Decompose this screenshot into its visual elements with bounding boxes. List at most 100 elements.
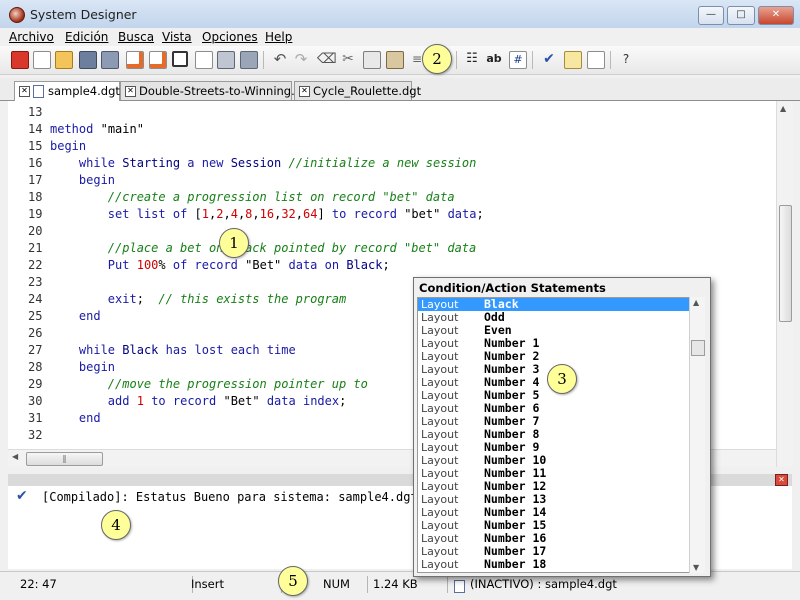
scroll-left-icon[interactable]: ◀ bbox=[12, 452, 18, 461]
statement-item[interactable]: Layout Odd bbox=[418, 311, 690, 325]
document-remove-icon[interactable] bbox=[126, 51, 144, 69]
scroll-down-icon[interactable]: ▼ bbox=[693, 563, 699, 572]
popup-title: Condition/Action Statements bbox=[419, 281, 606, 295]
statement-category: Layout bbox=[421, 480, 459, 493]
statement-item[interactable]: Layout Number 1 bbox=[418, 337, 690, 351]
popup-scroll-thumb[interactable] bbox=[691, 340, 705, 356]
statement-item[interactable]: Layout Number 10 bbox=[418, 454, 690, 468]
statement-item[interactable]: Layout Number 6 bbox=[418, 402, 690, 416]
statement-list[interactable]: Layout Black Layout Odd Layout Even Layout Numb… bbox=[417, 297, 691, 573]
editor-horizontal-scroll-thumb[interactable]: ‖ bbox=[26, 452, 103, 466]
line-number: 29 bbox=[28, 377, 43, 391]
tab-close-icon[interactable]: ✕ bbox=[299, 86, 310, 97]
scroll-up-icon[interactable]: ▲ bbox=[693, 298, 699, 307]
scroll-up-icon[interactable]: ▲ bbox=[780, 104, 786, 113]
new-file-icon[interactable] bbox=[33, 51, 51, 69]
print-setup-icon[interactable] bbox=[240, 51, 258, 69]
code-text[interactable]: method "main" bbox=[50, 121, 144, 138]
file-status: (INACTIVO) : sample4.dgt bbox=[470, 577, 617, 591]
statement-item[interactable]: Layout Number 8 bbox=[418, 428, 690, 442]
statement-item[interactable]: Layout Number 11 bbox=[418, 467, 690, 481]
line-number: 31 bbox=[28, 411, 43, 425]
code-text[interactable]: begin bbox=[50, 138, 86, 155]
statement-item[interactable]: Layout Number 16 bbox=[418, 532, 690, 546]
statement-category: Layout bbox=[421, 376, 459, 389]
statement-category: Layout bbox=[421, 545, 459, 558]
maximize-button[interactable]: □ bbox=[727, 6, 755, 25]
statement-category: Layout bbox=[421, 532, 459, 545]
code-text[interactable]: add 1 to record "Bet" data index; bbox=[50, 393, 347, 410]
code-text[interactable]: //place a bet on Black pointed by record… bbox=[50, 240, 476, 257]
toolbar-separator bbox=[456, 51, 457, 69]
statement-item[interactable]: Layout Number 2 bbox=[418, 350, 690, 364]
paste-icon[interactable] bbox=[386, 51, 404, 69]
statement-category: Layout bbox=[421, 337, 459, 350]
code-text[interactable]: begin bbox=[50, 359, 115, 376]
save-icon[interactable] bbox=[79, 51, 97, 69]
editor-vertical-scrollbar[interactable]: ▲ bbox=[776, 101, 793, 467]
help-icon[interactable]: ? bbox=[618, 51, 634, 67]
tab-label: Cycle_Roulette.dgt bbox=[313, 84, 422, 98]
undo-icon[interactable]: ↶ bbox=[272, 51, 288, 67]
tab-close-icon[interactable]: ✕ bbox=[125, 86, 136, 97]
page-frame-icon[interactable] bbox=[172, 51, 188, 67]
menu-edicion[interactable]: Edición bbox=[65, 30, 108, 44]
popup-scrollbar[interactable]: ▲ ▼ bbox=[689, 297, 705, 573]
code-text[interactable]: set list of [1,2,4,8,16,32,64] to record… bbox=[50, 206, 484, 223]
replace-icon[interactable]: ab bbox=[486, 51, 502, 67]
redo-icon[interactable]: ↷ bbox=[293, 51, 309, 67]
statement-category: Layout bbox=[421, 363, 459, 376]
statement-item[interactable]: Layout Number 12 bbox=[418, 480, 690, 494]
statement-item[interactable]: Layout Number 7 bbox=[418, 415, 690, 429]
close-button[interactable]: ✕ bbox=[758, 6, 794, 25]
document-close-all-icon[interactable] bbox=[149, 51, 167, 69]
statement-item[interactable]: Layout Number 9 bbox=[418, 441, 690, 455]
copy-icon[interactable] bbox=[363, 51, 381, 69]
editor-vertical-scroll-thumb[interactable] bbox=[779, 205, 792, 322]
open-folder-icon[interactable] bbox=[55, 51, 73, 69]
statement-category: Layout bbox=[421, 402, 459, 415]
menu-opciones[interactable]: Opciones bbox=[202, 30, 258, 44]
line-number: 20 bbox=[28, 224, 43, 238]
statement-item[interactable]: Layout Number 14 bbox=[418, 506, 690, 520]
close-document-icon[interactable] bbox=[11, 51, 29, 69]
properties-icon[interactable] bbox=[587, 51, 605, 69]
cursor-position: 22: 47 bbox=[8, 576, 193, 593]
code-text[interactable]: end bbox=[50, 410, 101, 427]
code-text[interactable]: //create a progression list on record "b… bbox=[50, 189, 455, 206]
goto-line-icon[interactable]: # bbox=[509, 51, 527, 69]
eraser-icon[interactable]: ⌫ bbox=[317, 51, 337, 67]
tab-double-streets[interactable]: ✕ Double-Streets-to-Winning.dgt bbox=[120, 81, 314, 100]
print-icon[interactable] bbox=[217, 51, 235, 69]
code-text[interactable]: begin bbox=[50, 172, 115, 189]
minimize-button[interactable]: — bbox=[698, 6, 724, 25]
code-text[interactable]: while Black has lost each time bbox=[50, 342, 296, 359]
tab-sample4[interactable]: ✕ sample4.dgt bbox=[14, 81, 120, 101]
save-all-icon[interactable] bbox=[101, 51, 119, 69]
statement-item[interactable]: Layout Number 15 bbox=[418, 519, 690, 533]
code-text[interactable]: //move the progression pointer up to bbox=[50, 376, 368, 393]
code-text[interactable]: exit; // this exists the program bbox=[50, 291, 346, 308]
check-syntax-icon[interactable]: ✔ bbox=[541, 51, 557, 67]
menu-help[interactable]: Help bbox=[265, 30, 292, 44]
code-text[interactable]: end bbox=[50, 308, 101, 325]
code-text[interactable]: while Starting a new Session //initializ… bbox=[50, 155, 476, 172]
statement-item[interactable]: Layout Even bbox=[418, 324, 690, 338]
code-text[interactable]: Put 100% of record "Bet" data on Black; bbox=[50, 257, 390, 274]
tab-cycle-roulette[interactable]: ✕ Cycle_Roulette.dgt bbox=[294, 81, 421, 100]
statement-item[interactable]: Layout Black bbox=[418, 298, 690, 311]
find-binoculars-icon[interactable]: ☷ bbox=[464, 51, 480, 67]
window-title: System Designer bbox=[30, 7, 137, 22]
menu-busca[interactable]: Busca bbox=[118, 30, 154, 44]
menu-vista[interactable]: Vista bbox=[162, 30, 192, 44]
tab-close-icon[interactable]: ✕ bbox=[19, 86, 30, 97]
statement-item[interactable]: Layout Number 13 bbox=[418, 493, 690, 507]
print-preview-icon[interactable] bbox=[195, 51, 213, 69]
compile-icon[interactable] bbox=[564, 51, 582, 69]
statement-item[interactable]: Layout Number 17 bbox=[418, 545, 690, 559]
cut-icon[interactable]: ✂ bbox=[340, 51, 356, 67]
line-number: 16 bbox=[28, 156, 43, 170]
output-close-icon[interactable]: ✕ bbox=[775, 474, 788, 486]
menu-archivo[interactable]: Archivo bbox=[9, 30, 54, 44]
statement-item[interactable]: Layout Number 18 bbox=[418, 558, 690, 572]
